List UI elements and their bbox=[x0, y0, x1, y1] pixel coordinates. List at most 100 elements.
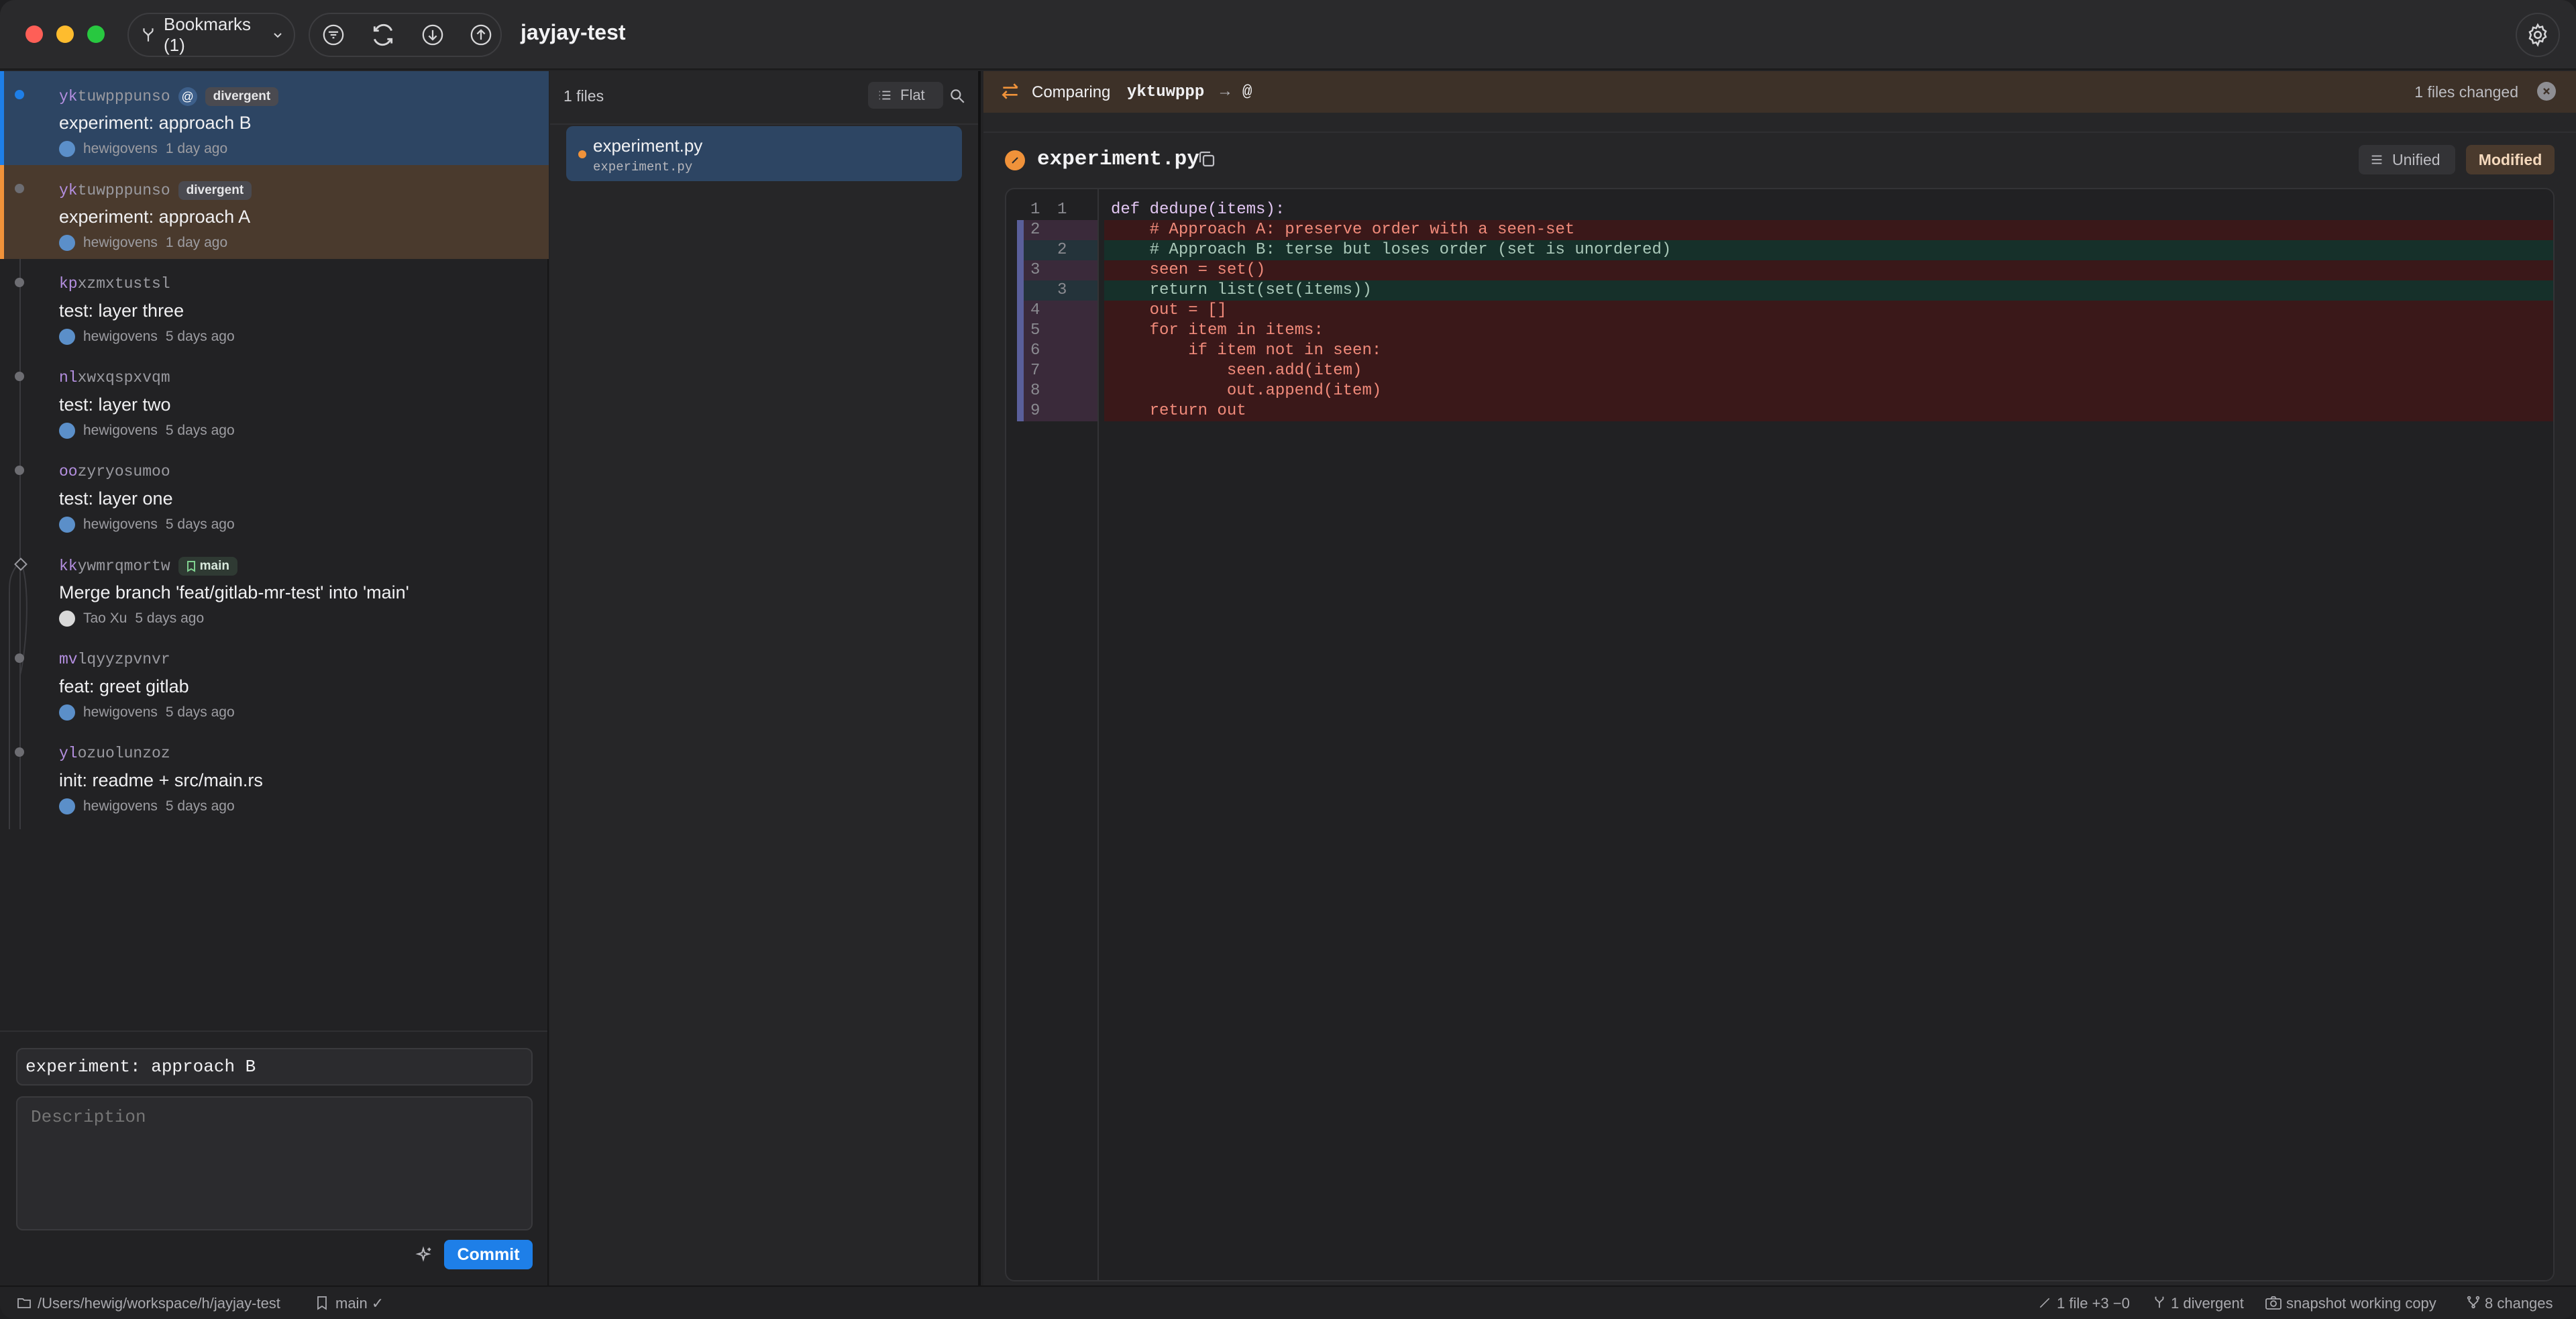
push-up-icon[interactable] bbox=[470, 23, 492, 46]
code-view: 1 1 def dedupe(items): 2 # Approach A: pres… bbox=[1005, 188, 2555, 1281]
repo-path[interactable]: /Users/hewig/workspace/h/jayjay-test bbox=[38, 1295, 280, 1312]
change-id-rest: lqyyzpvnvr bbox=[77, 651, 170, 668]
line-code: # Approach B: terse but loses order (set… bbox=[1104, 240, 2553, 260]
commit-row[interactable]: yktuwpppunso divergent experiment: approac… bbox=[0, 165, 549, 259]
change-id-rest: xwxqspxvqm bbox=[77, 369, 170, 386]
commit-node bbox=[15, 90, 24, 99]
removed-line: 7 seen.add(item) bbox=[1006, 361, 2553, 381]
zoom-window-button[interactable] bbox=[87, 25, 105, 43]
fetch-down-icon[interactable] bbox=[421, 23, 444, 46]
commit-row[interactable]: nlxwxqspxvqm test: layer two hewigovens 5 d… bbox=[0, 353, 549, 447]
commit-row[interactable]: kpxzmxtustsl test: layer three hewigovens 5… bbox=[0, 259, 549, 353]
sparkle-ai-icon[interactable] bbox=[413, 1245, 433, 1265]
file-name: experiment.py bbox=[593, 136, 703, 156]
diff-panel: Comparing yktuwppp → @ 1 files changed e… bbox=[983, 71, 2576, 1285]
removed-line: 2 # Approach A: preserve order with a se… bbox=[1006, 220, 2553, 240]
commit-meta: hewigovens 5 days ago bbox=[59, 517, 235, 533]
old-line-number: 8 bbox=[1030, 382, 1040, 400]
project-title: jayjay-test bbox=[521, 20, 626, 44]
change-id: kpxzmxtustsl bbox=[59, 275, 170, 293]
change-id-rest: xzmxtustsl bbox=[77, 275, 170, 293]
context-line: 1 1 def dedupe(items): bbox=[1006, 200, 2553, 220]
modified-icon bbox=[1005, 150, 1025, 170]
search-icon[interactable] bbox=[949, 87, 966, 105]
commit-node bbox=[15, 184, 24, 193]
new-line-number: 1 bbox=[1057, 201, 1067, 219]
change-id-prefix: yl bbox=[59, 745, 78, 762]
change-marker bbox=[1017, 260, 1024, 280]
timestamp: 5 days ago bbox=[165, 704, 235, 720]
commit-node bbox=[15, 747, 24, 757]
change-marker bbox=[1017, 361, 1024, 381]
old-line-number: 2 bbox=[1030, 221, 1040, 239]
commit-message: test: layer one bbox=[59, 488, 173, 509]
camera-icon bbox=[2265, 1295, 2282, 1311]
commit-row[interactable]: mvlqyyzpvnvr feat: greet gitlab hewigovens… bbox=[0, 635, 549, 729]
author: hewigovens bbox=[83, 329, 158, 344]
changes-count[interactable]: 8 changes bbox=[2485, 1295, 2553, 1312]
change-marker bbox=[1017, 280, 1024, 301]
unified-label: Unified bbox=[2392, 150, 2440, 168]
settings-button[interactable] bbox=[2516, 13, 2560, 57]
bookmark-badge: main bbox=[178, 557, 237, 576]
commit-meta: hewigovens 5 days ago bbox=[59, 704, 235, 721]
commit-row[interactable]: yktuwpppunso @ divergent experiment: approa… bbox=[0, 71, 549, 165]
close-compare-button[interactable] bbox=[2537, 82, 2556, 101]
refresh-icon[interactable] bbox=[370, 22, 396, 48]
avatar bbox=[59, 141, 75, 157]
old-line-number: 1 bbox=[1030, 201, 1040, 219]
minimize-window-button[interactable] bbox=[56, 25, 74, 43]
change-marker bbox=[1017, 301, 1024, 321]
commit-node bbox=[15, 372, 24, 381]
chevron-down-icon bbox=[272, 30, 283, 40]
bookmarks-dropdown[interactable]: Bookmarks (1) bbox=[127, 13, 295, 57]
commit-message: init: readme + src/main.rs bbox=[59, 770, 263, 790]
compare-arrow: → bbox=[1217, 82, 1233, 100]
compare-to: @ bbox=[1242, 83, 1252, 101]
change-id: nlxwxqspxvqm bbox=[59, 369, 170, 386]
commit-meta: hewigovens 5 days ago bbox=[59, 423, 235, 439]
author: hewigovens bbox=[83, 141, 158, 156]
change-id: mvlqyyzpvnvr bbox=[59, 651, 170, 668]
commit-row[interactable]: ylozuolunzoz init: readme + src/main.rs he… bbox=[0, 729, 549, 823]
description-textarea[interactable] bbox=[16, 1096, 533, 1230]
line-code: seen.add(item) bbox=[1104, 361, 2553, 381]
new-line-number: 2 bbox=[1057, 241, 1067, 259]
commit-meta: Tao Xu 5 days ago bbox=[59, 611, 204, 627]
change-marker bbox=[1017, 341, 1024, 361]
commit-title-input[interactable] bbox=[16, 1048, 533, 1086]
flat-view-toggle[interactable]: Flat bbox=[868, 82, 943, 109]
commit-node bbox=[15, 466, 24, 475]
copy-icon[interactable] bbox=[1197, 149, 1217, 169]
commit-meta: hewigovens 1 day ago bbox=[59, 141, 227, 157]
old-line-number: 5 bbox=[1030, 321, 1040, 339]
timestamp: 5 days ago bbox=[135, 611, 205, 626]
merge-node bbox=[14, 558, 28, 571]
author: hewigovens bbox=[83, 423, 158, 438]
file-path: experiment.py bbox=[593, 160, 693, 174]
change-id: yktuwpppunso @ divergent bbox=[59, 87, 279, 106]
commit-button[interactable]: Commit bbox=[444, 1240, 533, 1269]
author: hewigovens bbox=[83, 235, 158, 250]
commit-message: feat: greet gitlab bbox=[59, 676, 189, 696]
file-item[interactable]: experiment.py experiment.py bbox=[566, 126, 962, 181]
line-code: if item not in seen: bbox=[1104, 341, 2553, 361]
close-window-button[interactable] bbox=[25, 25, 43, 43]
compare-banner: Comparing yktuwppp → @ 1 files changed bbox=[983, 71, 2576, 113]
change-id-prefix: yk bbox=[59, 182, 78, 199]
filter-icon[interactable] bbox=[322, 23, 345, 46]
change-marker bbox=[1017, 220, 1024, 240]
snapshot-button[interactable]: snapshot working copy bbox=[2286, 1295, 2436, 1312]
removed-line: 4 out = [] bbox=[1006, 301, 2553, 321]
divergent-status[interactable]: 1 divergent bbox=[2171, 1295, 2244, 1312]
modified-dot bbox=[578, 150, 586, 158]
unified-view-button[interactable]: Unified bbox=[2359, 145, 2455, 174]
toolbar-actions bbox=[309, 13, 502, 57]
added-line: 2 # Approach B: terse but loses order (s… bbox=[1006, 240, 2553, 260]
divergent-badge: divergent bbox=[205, 87, 279, 106]
bookmark-icon bbox=[315, 1295, 329, 1311]
line-code: return out bbox=[1104, 401, 2553, 421]
commit-row[interactable]: oozyryosumoo test: layer one hewigovens 5 d… bbox=[0, 447, 549, 541]
commit-message: experiment: approach A bbox=[59, 207, 251, 227]
commit-row[interactable]: kkywmrqmortw main Merge branch 'feat/gitla… bbox=[0, 541, 549, 635]
